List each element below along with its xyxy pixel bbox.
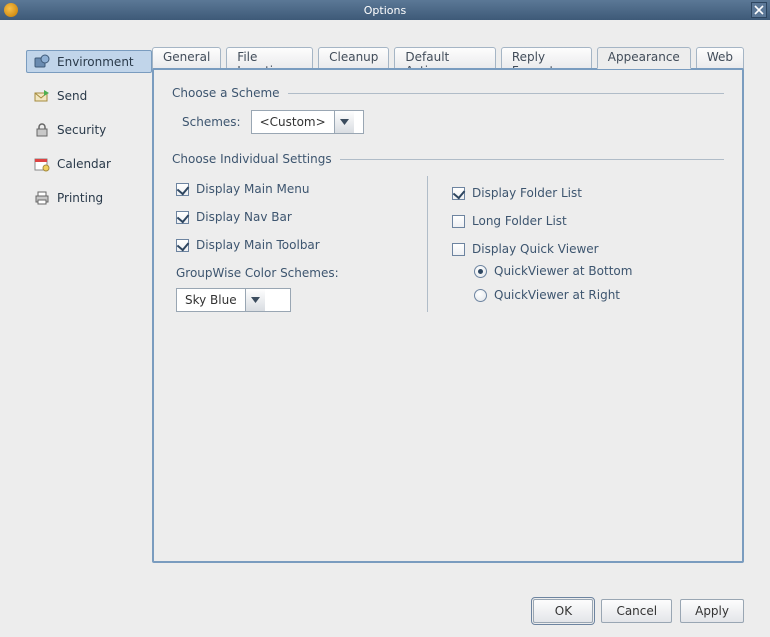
group-choose-scheme: Choose a Scheme: [172, 86, 724, 100]
printing-icon: [33, 190, 51, 206]
checkbox-icon: [452, 215, 465, 228]
check-display-main-menu[interactable]: Display Main Menu: [176, 182, 427, 196]
tab-label: Web: [707, 50, 733, 64]
content-area: Environment Send Security Calendar: [0, 20, 770, 637]
sidebar-item-label: Calendar: [57, 157, 111, 171]
checkbox-icon: [452, 243, 465, 256]
tab-web[interactable]: Web: [696, 47, 744, 69]
checkbox-icon: [176, 211, 189, 224]
radio-icon: [474, 289, 487, 302]
checkbox-label: Display Nav Bar: [196, 210, 292, 224]
check-display-folder-list[interactable]: Display Folder List: [452, 186, 724, 200]
checkbox-label: Display Main Toolbar: [196, 238, 320, 252]
tab-file-location[interactable]: File Location: [226, 47, 313, 69]
category-sidebar: Environment Send Security Calendar: [26, 46, 152, 572]
checkbox-icon: [452, 187, 465, 200]
schemes-row: Schemes: <Custom>: [182, 110, 724, 134]
group-divider: [288, 93, 724, 94]
tab-label: Appearance: [608, 50, 680, 64]
radio-label: QuickViewer at Bottom: [494, 264, 632, 278]
window-close-button[interactable]: [751, 2, 767, 18]
schemes-value: <Custom>: [252, 115, 334, 129]
schemes-label: Schemes:: [182, 115, 241, 129]
tab-label: General: [163, 50, 210, 64]
group-divider: [340, 159, 724, 160]
sidebar-item-security[interactable]: Security: [26, 118, 152, 141]
checkbox-label: Display Quick Viewer: [472, 242, 599, 256]
tab-row: General File Location Cleanup Default Ac…: [152, 46, 744, 68]
radio-quickviewer-right[interactable]: QuickViewer at Right: [474, 288, 724, 302]
button-label: Cancel: [616, 604, 657, 618]
sidebar-item-calendar[interactable]: Calendar: [26, 152, 152, 175]
checkbox-icon: [176, 239, 189, 252]
button-label: OK: [555, 604, 572, 618]
radio-quickviewer-bottom[interactable]: QuickViewer at Bottom: [474, 264, 724, 278]
check-display-nav-bar[interactable]: Display Nav Bar: [176, 210, 427, 224]
ok-button[interactable]: OK: [533, 599, 593, 623]
sidebar-item-label: Security: [57, 123, 106, 137]
cancel-button[interactable]: Cancel: [601, 599, 672, 623]
tab-general[interactable]: General: [152, 47, 221, 69]
sidebar-item-label: Environment: [57, 55, 134, 69]
tab-cleanup[interactable]: Cleanup: [318, 47, 389, 69]
checkbox-label: Long Folder List: [472, 214, 567, 228]
right-pane: General File Location Cleanup Default Ac…: [152, 46, 744, 572]
settings-col-left: Display Main Menu Display Nav Bar Displa…: [172, 176, 427, 312]
sidebar-item-label: Send: [57, 89, 87, 103]
check-long-folder-list[interactable]: Long Folder List: [452, 214, 724, 228]
tab-appearance[interactable]: Appearance: [597, 47, 691, 69]
send-icon: [33, 88, 51, 104]
calendar-icon: [33, 156, 51, 172]
tab-content-appearance: Choose a Scheme Schemes: <Custom> Choose…: [152, 68, 744, 563]
group-heading: Choose a Scheme: [172, 86, 288, 100]
tab-reply-format[interactable]: Reply Format: [501, 47, 592, 69]
title-bar: Options: [0, 0, 770, 20]
color-schemes-label: GroupWise Color Schemes:: [176, 266, 427, 280]
main-area: Environment Send Security Calendar: [0, 20, 770, 572]
checkbox-icon: [176, 183, 189, 196]
sidebar-item-label: Printing: [57, 191, 103, 205]
dialog-button-bar: OK Cancel Apply: [533, 599, 744, 623]
dropdown-icon: [334, 111, 354, 133]
button-label: Apply: [695, 604, 729, 618]
sidebar-item-send[interactable]: Send: [26, 84, 152, 107]
tab-label: Cleanup: [329, 50, 378, 64]
dropdown-icon: [245, 289, 265, 311]
environment-icon: [33, 54, 51, 70]
window-title: Options: [364, 4, 406, 17]
radio-icon: [474, 265, 487, 278]
group-heading: Choose Individual Settings: [172, 152, 340, 166]
group-individual-settings: Choose Individual Settings: [172, 152, 724, 166]
app-icon: [4, 3, 18, 17]
sidebar-item-printing[interactable]: Printing: [26, 186, 152, 209]
check-display-main-toolbar[interactable]: Display Main Toolbar: [176, 238, 427, 252]
color-scheme-select[interactable]: Sky Blue: [176, 288, 291, 312]
security-icon: [33, 122, 51, 138]
checkbox-label: Display Folder List: [472, 186, 582, 200]
check-display-quick-viewer[interactable]: Display Quick Viewer: [452, 242, 724, 256]
tab-default-actions[interactable]: Default Actions: [394, 47, 495, 69]
radio-label: QuickViewer at Right: [494, 288, 620, 302]
settings-col-right: Display Folder List Long Folder List Dis…: [427, 176, 724, 312]
apply-button[interactable]: Apply: [680, 599, 744, 623]
settings-columns: Display Main Menu Display Nav Bar Displa…: [172, 176, 724, 312]
color-scheme-value: Sky Blue: [177, 293, 245, 307]
checkbox-label: Display Main Menu: [196, 182, 309, 196]
schemes-select[interactable]: <Custom>: [251, 110, 364, 134]
sidebar-item-environment[interactable]: Environment: [26, 50, 152, 73]
